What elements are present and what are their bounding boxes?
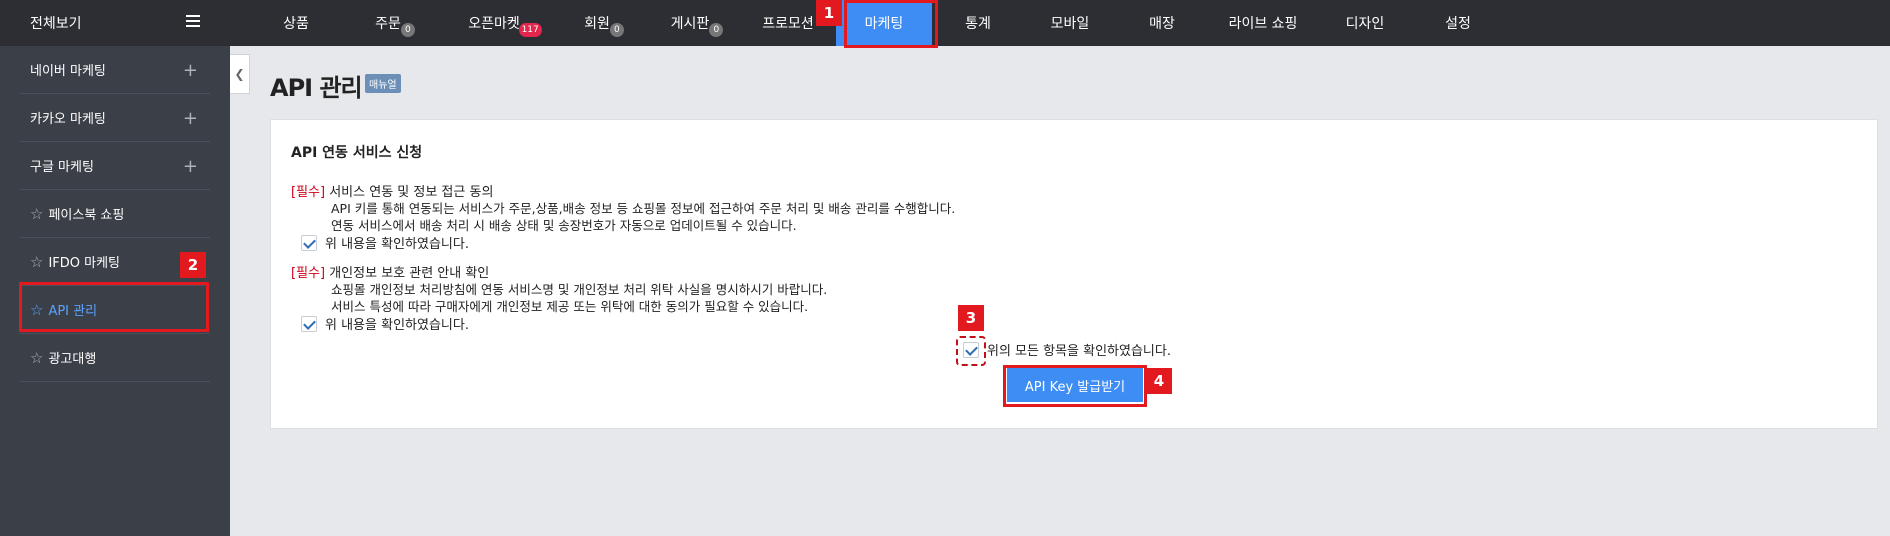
board-count-badge: 0 — [709, 23, 724, 37]
section1-desc-line2: 연동 서비스에서 배송 처리 시 배송 상태 및 송장번호가 자동으로 업데이트… — [331, 218, 797, 233]
sidebar-item-ad-agency[interactable]: ☆ 광고대행 — [20, 334, 210, 382]
section2-desc-line2: 서비스 특성에 따라 구매자에게 개인정보 제공 또는 위탁에 대한 동의가 필… — [331, 299, 809, 314]
section1-checkbox[interactable] — [301, 234, 317, 251]
nav-live-shopping[interactable]: 라이브 쇼핑 — [1208, 0, 1318, 46]
manual-badge[interactable]: 매뉴얼 — [365, 74, 401, 93]
section2-desc-line1: 쇼핑몰 개인정보 처리방침에 연동 서비스명 및 개인정보 처리 위탁 사실을 … — [331, 282, 828, 297]
nav-design[interactable]: 디자인 — [1318, 0, 1412, 46]
nav-store[interactable]: 매장 — [1116, 0, 1208, 46]
star-icon[interactable]: ☆ — [30, 349, 43, 367]
expand-plus-icon[interactable]: + — [183, 108, 198, 129]
sidebar-item-facebook-shopping[interactable]: ☆ 페이스북 쇼핑 — [20, 190, 210, 238]
page-title: API 관리 — [270, 74, 363, 102]
step-badge-4: 4 — [1146, 368, 1172, 394]
nav-members[interactable]: 회원 0 — [554, 0, 640, 46]
section2-title: [필수] 개인정보 보호 관련 안내 확인 — [291, 266, 490, 281]
brand-label: 전체보기 — [30, 16, 82, 32]
step-badge-2: 2 — [180, 252, 206, 278]
star-icon[interactable]: ☆ — [30, 205, 43, 223]
highlight-marketing-tab — [844, 0, 938, 48]
nav-statistics[interactable]: 통계 — [932, 0, 1024, 46]
section1-title: [필수] 서비스 연동 및 정보 접근 동의 — [291, 185, 494, 200]
highlight-api-management — [19, 282, 209, 332]
nav-products[interactable]: 상품 — [250, 0, 342, 46]
section1-desc-line1: API 키를 통해 연동되는 서비스가 주문,상품,배송 정보 등 쇼핑몰 정보… — [331, 201, 956, 216]
sidebar-item-kakao-marketing[interactable]: 카카오 마케팅 + — [20, 94, 210, 142]
top-bar: 전체보기 상품 주문 0 오픈마켓 117 회원 0 게시판 0 프로모션 마케팅 통계… — [0, 0, 1890, 46]
nav-mobile[interactable]: 모바일 — [1024, 0, 1116, 46]
sidebar-item-google-marketing[interactable]: 구글 마케팅 + — [20, 142, 210, 190]
view-all-button[interactable]: 전체보기 — [0, 0, 230, 46]
expand-plus-icon[interactable]: + — [183, 156, 198, 177]
section1-confirm[interactable]: 위 내용을 확인하였습니다. — [301, 233, 469, 252]
nav-settings[interactable]: 설정 — [1412, 0, 1504, 46]
step-badge-1: 1 — [816, 0, 842, 26]
step-badge-3: 3 — [958, 305, 984, 331]
orders-count-badge: 0 — [400, 23, 415, 37]
section2-checkbox[interactable] — [301, 315, 317, 332]
section2-confirm[interactable]: 위 내용을 확인하였습니다. — [301, 314, 469, 333]
nav-orders[interactable]: 주문 0 — [342, 0, 434, 46]
members-count-badge: 0 — [609, 23, 624, 37]
chevron-left-icon: ❮ — [234, 67, 245, 81]
highlight-confirm-all-checkbox — [956, 336, 986, 366]
confirm-all[interactable]: 위의 모든 항목을 확인하였습니다. — [963, 340, 1171, 359]
hamburger-menu-icon[interactable] — [186, 15, 200, 27]
nav-board[interactable]: 게시판 0 — [640, 0, 740, 46]
sidebar-collapse-button[interactable]: ❮ — [230, 54, 250, 94]
star-icon[interactable]: ☆ — [30, 253, 43, 271]
card-title: API 연동 서비스 신청 — [291, 145, 423, 161]
highlight-issue-button — [1003, 365, 1147, 407]
nav-openmarket[interactable]: 오픈마켓 117 — [434, 0, 554, 46]
openmarket-count-badge: 117 — [518, 23, 542, 37]
sidebar-item-naver-marketing[interactable]: 네이버 마케팅 + — [20, 46, 210, 94]
expand-plus-icon[interactable]: + — [183, 60, 198, 81]
